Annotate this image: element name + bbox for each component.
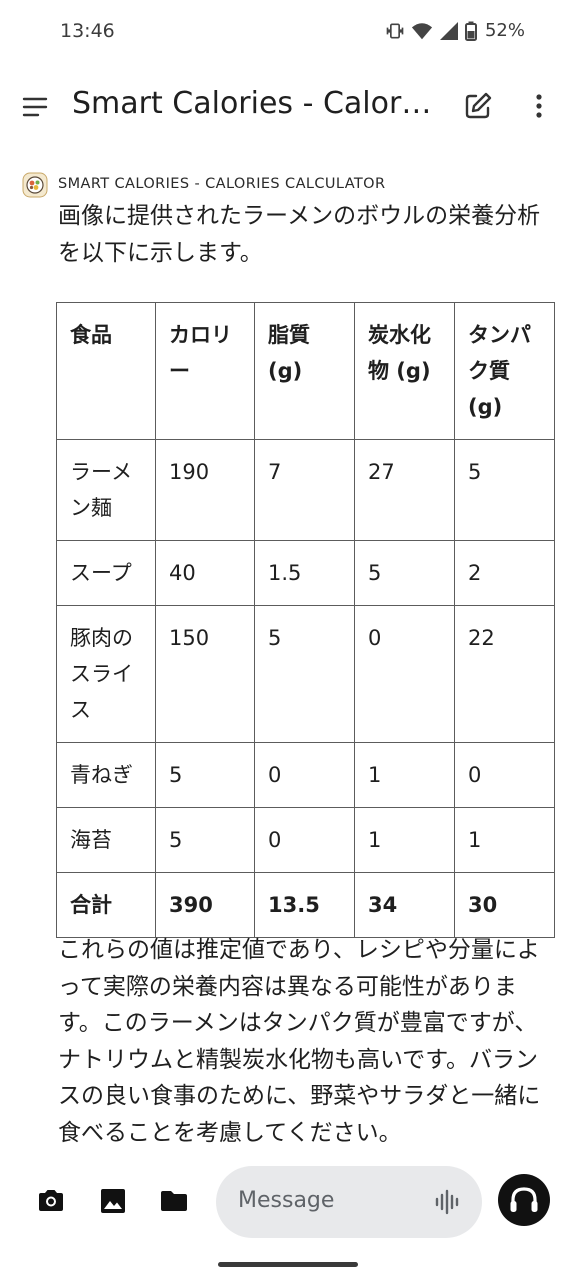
more-vert-icon (536, 94, 542, 118)
table-cell: 海苔 (56, 807, 156, 873)
battery-icon (464, 21, 477, 41)
voice-mode-button[interactable] (498, 1174, 550, 1226)
message-input[interactable]: Message (216, 1166, 482, 1238)
more-options-button[interactable] (524, 90, 554, 122)
table-cell: スープ (56, 540, 156, 606)
table-cell: 0 (354, 605, 455, 743)
header-calories: カロリー (155, 302, 255, 440)
table-cell: 0 (454, 742, 555, 808)
menu-icon (22, 97, 48, 117)
message-intro: 画像に提供されたラーメンのボウルの栄養分析を以下に示します。 (58, 203, 541, 266)
header-food: 食品 (56, 302, 156, 440)
menu-button[interactable] (20, 90, 52, 122)
table-cell: 7 (254, 439, 355, 541)
wifi-icon (411, 22, 433, 39)
total-carbs: 34 (354, 872, 455, 938)
table-cell: 5 (254, 605, 355, 743)
table-cell: 1 (354, 742, 455, 808)
app-title: Smart Calories - Calories Calculator (72, 86, 432, 121)
status-bar: 13:46 52% (0, 0, 575, 64)
header-fat: 脂質 (g) (254, 302, 355, 440)
app-bar: Smart Calories - Calories Calculator (0, 70, 575, 144)
headphones-icon (510, 1187, 538, 1212)
total-label: 合計 (56, 872, 156, 938)
table-cell: 1.5 (254, 540, 355, 606)
total-calories: 390 (155, 872, 255, 938)
table-cell: 5 (454, 439, 555, 541)
new-chat-icon (465, 92, 492, 119)
table-cell: 22 (454, 605, 555, 743)
image-button[interactable] (98, 1186, 128, 1216)
status-time: 13:46 (60, 20, 115, 42)
header-carbs: 炭水化物 (g) (354, 302, 455, 440)
table-cell: 青ねぎ (56, 742, 156, 808)
camera-icon (39, 1190, 63, 1211)
bot-logo-icon (22, 172, 48, 198)
table-cell: 0 (254, 807, 355, 873)
bot-name: SMART CALORIES - CALORIES CALCULATOR (58, 176, 386, 192)
vibrate-icon (386, 23, 404, 38)
table-cell: 5 (155, 742, 255, 808)
header-protein: タンパク質 (g) (454, 302, 555, 440)
table-cell: 0 (254, 742, 355, 808)
table-cell: 150 (155, 605, 255, 743)
home-indicator[interactable] (218, 1262, 358, 1267)
input-bar: Message (0, 1160, 575, 1246)
folder-icon (161, 1191, 187, 1211)
total-fat: 13.5 (254, 872, 355, 938)
table-cell: 1 (454, 807, 555, 873)
folder-button[interactable] (159, 1186, 189, 1216)
table-cell: 190 (155, 439, 255, 541)
message-placeholder: Message (238, 1188, 335, 1213)
voice-input-button[interactable] (434, 1188, 462, 1216)
new-chat-button[interactable] (462, 90, 494, 122)
table-cell: 40 (155, 540, 255, 606)
table-row: スープ 40 1.5 5 2 (56, 540, 555, 606)
table-cell: ラーメン麺 (56, 439, 156, 541)
table-total-row: 合計 390 13.5 34 30 (56, 872, 555, 938)
nutrition-table: 食品 カロリー 脂質 (g) 炭水化物 (g) タンパク質 (g) ラーメン麺 … (56, 302, 555, 938)
bot-avatar (22, 172, 48, 198)
voice-waveform-icon (435, 1189, 459, 1215)
table-cell: 5 (155, 807, 255, 873)
table-cell: 1 (354, 807, 455, 873)
table-row: ラーメン麺 190 7 27 5 (56, 439, 555, 541)
table-cell: 2 (454, 540, 555, 606)
table-header-row: 食品 カロリー 脂質 (g) 炭水化物 (g) タンパク質 (g) (56, 302, 555, 440)
message-note: これらの値は推定値であり、レシピや分量によって実際の栄養内容は異なる可能性があり… (58, 937, 541, 1146)
camera-button[interactable] (36, 1186, 66, 1216)
status-icons: 52% (385, 20, 525, 41)
table-row: 青ねぎ 5 0 1 0 (56, 742, 555, 808)
table-row: 豚肉のスライス 150 5 0 22 (56, 605, 555, 743)
table-row: 海苔 5 0 1 1 (56, 807, 555, 873)
signal-icon (439, 21, 458, 40)
table-cell: 豚肉のスライス (56, 605, 156, 743)
battery-percent: 52% (484, 20, 525, 41)
table-cell: 5 (354, 540, 455, 606)
image-icon (101, 1189, 125, 1213)
total-protein: 30 (454, 872, 555, 938)
table-cell: 27 (354, 439, 455, 541)
